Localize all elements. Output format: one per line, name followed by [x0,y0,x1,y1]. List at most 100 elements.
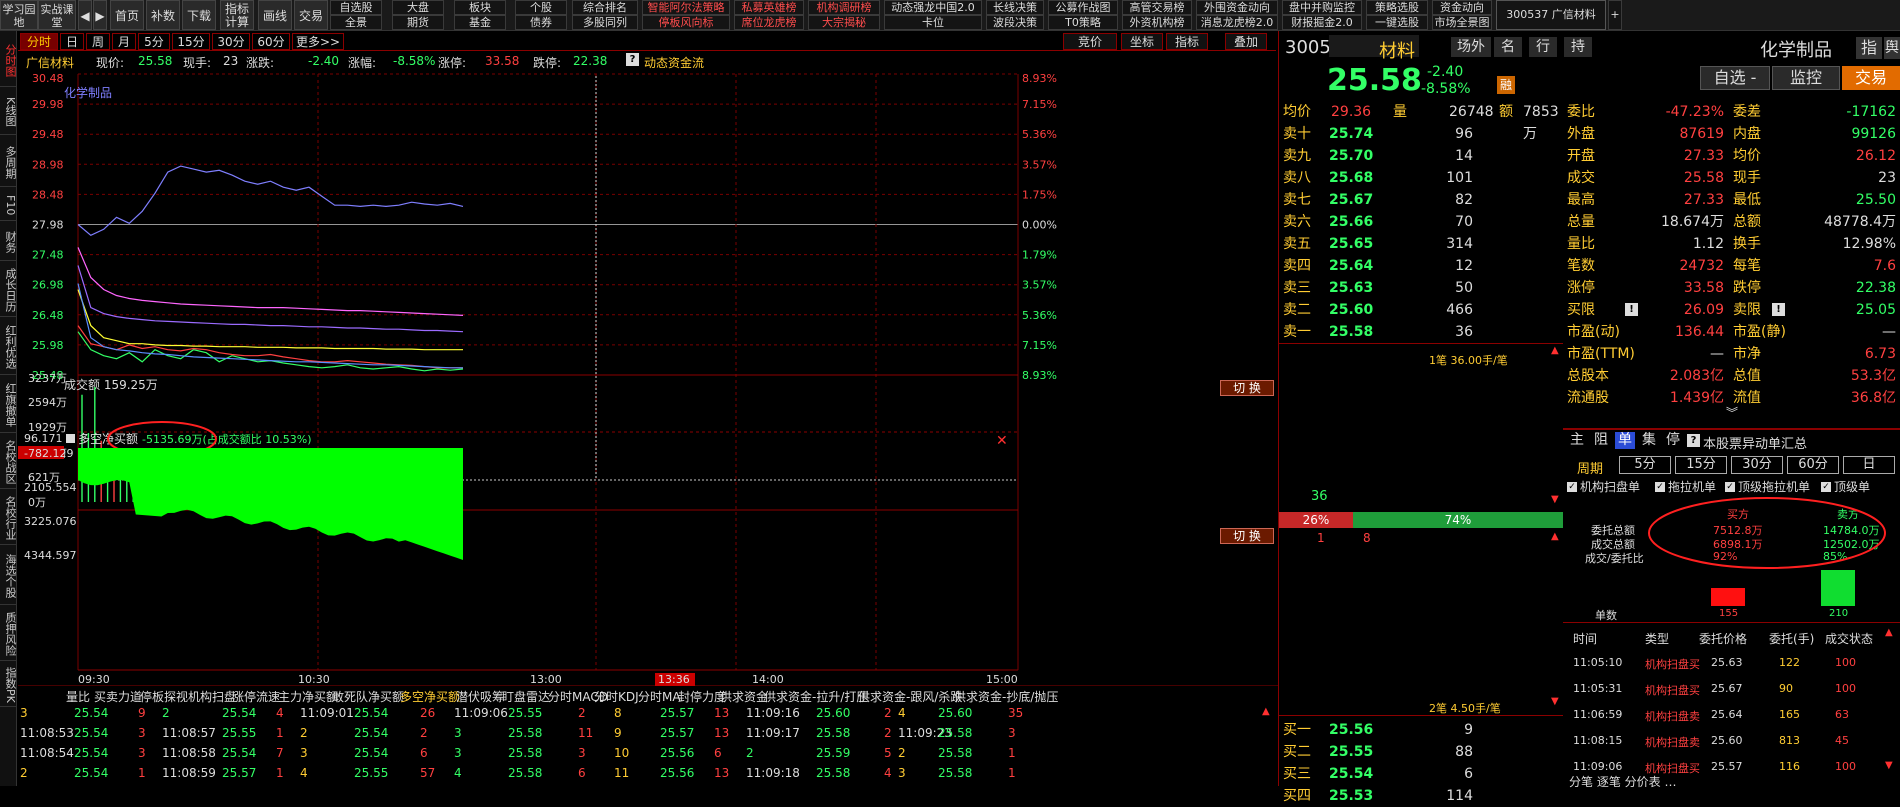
order-period-button[interactable]: 5分 [1619,456,1671,474]
close-netbuy-icon[interactable]: ✕ [996,433,1008,449]
left-tab[interactable]: 分时图 [0,31,17,87]
toolbar-row2-item[interactable]: 席位龙虎榜 [734,15,804,30]
order-tab[interactable]: 停 [1663,432,1683,449]
chart-period-tab[interactable]: 周 [86,33,110,50]
left-tab[interactable]: 财务 [0,221,17,261]
forward-arrow-icon[interactable]: ▶ [93,0,107,30]
main-nav-button[interactable]: 指标计算 [220,0,254,30]
switch-button-1[interactable]: 切 换 [1220,380,1274,396]
toolbar-row2-item[interactable]: 债券 [515,15,567,30]
left-tab[interactable]: F10 [0,187,17,221]
main-nav-button[interactable]: 交易 [294,0,328,30]
back-arrow-icon[interactable]: ◀ [78,0,92,30]
order-tab[interactable]: 主 [1567,432,1587,449]
left-tab[interactable]: 名校行业 [0,489,17,545]
order-tab[interactable]: 集 [1639,432,1659,449]
add-tab-button[interactable]: + [1608,0,1622,30]
monitor-column-header[interactable]: 供求资金 [720,688,768,705]
toolbar-row2-item[interactable]: 卡位 [884,15,982,30]
ask-row[interactable]: 卖二 25.60 466 [1279,299,1563,321]
trade-button[interactable]: 交易 [1842,66,1900,90]
main-nav-button[interactable]: 补数 [146,0,180,30]
checkbox-icon[interactable]: ✓ [1725,482,1735,492]
flow-link[interactable]: 动态资金流 [644,54,704,71]
checkbox-icon[interactable]: ✓ [1567,482,1577,492]
monitor-column-header[interactable]: 量比 [66,688,90,705]
toolbar-row1-item[interactable]: 动态强龙中国2.0 [884,0,982,15]
chart-period-tab[interactable]: 分时 [20,33,58,50]
scroll-down-icon-2[interactable]: ▼ [1551,696,1559,707]
order-period-button[interactable]: 日 [1843,456,1895,474]
toolbar-row1-item[interactable]: 机构调研榜 [808,0,880,15]
order-tab[interactable]: 阻 [1591,432,1611,449]
monitor-column-header[interactable]: 买卖力道 [94,688,142,705]
stock-tab[interactable]: 300537 广信材料 [1496,0,1606,30]
monitor-column-header[interactable]: 潜伏吸筹 [456,688,504,705]
main-nav-button[interactable]: 画线 [258,0,292,30]
ask-row[interactable]: 卖九 25.70 14 [1279,145,1563,167]
monitor-column-header[interactable]: 主力净买额 [278,688,338,705]
checkbox-icon[interactable]: ✓ [1655,482,1665,492]
toolbar-row2-item[interactable]: 基金 [454,15,506,30]
toolbar-row1-item[interactable]: 高管交易榜 [1122,0,1192,15]
monitor-column-header[interactable]: 分时MA [638,688,681,705]
order-period-button[interactable]: 60分 [1787,456,1839,474]
toolbar-row1-item[interactable]: 板块 [454,0,506,15]
toolbar-row2-item[interactable]: T0策略 [1048,15,1118,30]
scroll-up-icon-2[interactable]: ▲ [1551,531,1559,542]
checkbox-icon[interactable]: ✓ [1821,482,1831,492]
chart-period-tab[interactable]: 60分 [252,33,290,50]
left-tab[interactable]: 指数PK [0,661,17,707]
order-footer[interactable]: 分笔 逐笔 分价表 … [1569,773,1676,790]
toolbar-row1-item[interactable]: 资金动向 [1432,0,1492,15]
left-tab[interactable]: 海选个股 [0,545,17,605]
toolbar-row2-item[interactable]: 全景 [330,15,382,30]
toolbar-row1-item[interactable]: 综合排名 [572,0,638,15]
main-nav-button[interactable]: 首页 [110,0,144,30]
chart-tool-dropdown[interactable]: 竞价 [1063,33,1117,50]
quote-tag[interactable]: 名 [1494,37,1522,57]
toolbar-row1-item[interactable]: 智能阿尔法策略 [642,0,730,15]
left-tab[interactable]: 红利优选 [0,317,17,375]
ask-row[interactable]: 卖五 25.65 314 [1279,233,1563,255]
monitor-column-header[interactable]: 多空净买额 [400,688,460,705]
netbuy-checkbox[interactable] [66,434,75,443]
toolbar-row2-item[interactable]: 大宗揭秘 [808,15,880,30]
list-scroll-up-icon[interactable]: ▲ [1885,627,1893,638]
monitor-column-header[interactable]: 盯盘雷达 [502,688,550,705]
chart-period-tab[interactable]: 5分 [138,33,170,50]
bottom-scroll-up-icon[interactable]: ▲ [1262,706,1270,717]
ask-row[interactable]: 卖三 25.63 50 [1279,277,1563,299]
monitor-button[interactable]: 监控 [1772,66,1840,90]
quote-tag[interactable]: 持 [1564,37,1592,57]
toolbar-row2-item[interactable]: 财报掘金2.0 [1282,15,1362,30]
nav-left-button[interactable]: 学习园地 [0,0,38,30]
toolbar-row2-item[interactable]: 停板风向标 [642,15,730,30]
monitor-column-header[interactable]: 停板探视 [140,688,188,705]
opinion-button[interactable]: 舆 [1884,37,1900,59]
scroll-down-icon[interactable]: ▼ [1551,494,1559,505]
bid-row[interactable]: 买三 25.54 6 [1279,763,1563,785]
monitor-column-header[interactable]: 封停力度 [678,688,726,705]
index-button[interactable]: 指 [1856,37,1882,59]
toolbar-row1-item[interactable]: 大盘 [392,0,444,15]
chart-tool-dropdown[interactable]: 坐标 [1121,33,1163,50]
order-tab[interactable]: 单 [1615,432,1635,449]
left-tab[interactable]: K线图 [0,87,17,135]
expand-icon[interactable]: ︾ [1726,404,1738,421]
toolbar-row1-item[interactable]: 私募英雄榜 [734,0,804,15]
bid-row[interactable]: 买一 25.56 9 [1279,719,1563,741]
left-tab[interactable]: 成长日历 [0,261,17,317]
order-period-button[interactable]: 30分 [1731,456,1783,474]
buy-limit-info-icon[interactable]: ! [1625,303,1638,316]
list-scroll-down-icon[interactable]: ▼ [1885,760,1893,771]
chart-period-tab[interactable]: 月 [112,33,136,50]
ask-row[interactable]: 卖十 25.74 96 [1279,123,1563,145]
scroll-up-icon[interactable]: ▲ [1551,345,1561,356]
toolbar-row1-item[interactable]: 外围资金动向 [1196,0,1278,15]
chart-period-tab[interactable]: 日 [60,33,84,50]
toolbar-row2-item[interactable]: 多股同列 [572,15,638,30]
monitor-column-header[interactable]: 供求资金-跟风/杀跌 [858,688,962,705]
toolbar-row2-item[interactable]: 一键选股 [1366,15,1428,30]
left-tab[interactable]: 名校战区 [0,433,17,489]
